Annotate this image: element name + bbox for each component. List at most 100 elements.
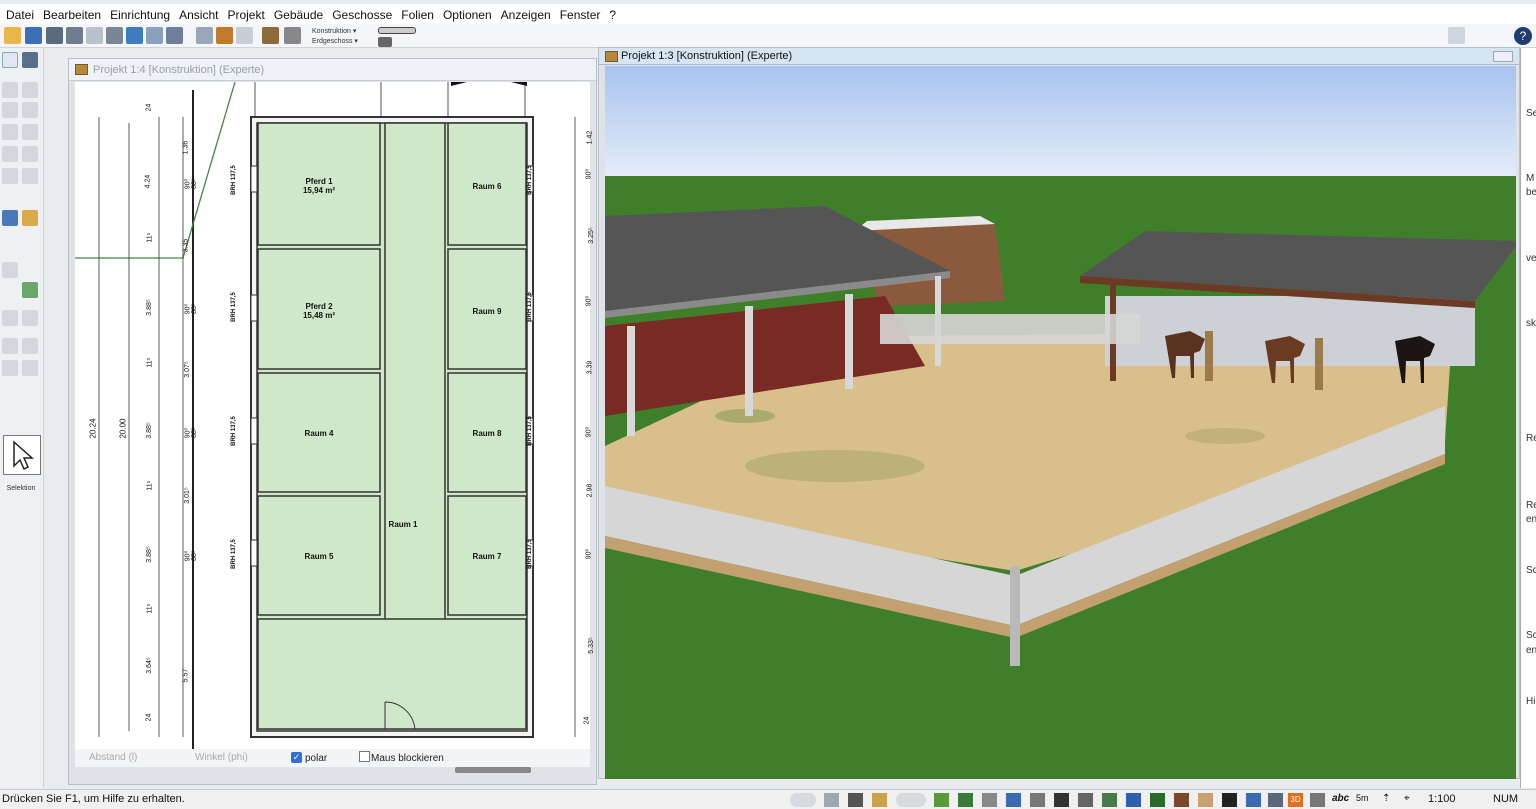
roof-view-icon[interactable]: [1174, 793, 1189, 807]
zoom-fit-icon[interactable]: [166, 27, 183, 44]
wall-tool-icon[interactable]: [2, 82, 18, 98]
furniture-tool-icon[interactable]: [2, 210, 18, 226]
help-icon[interactable]: ?: [1514, 27, 1532, 45]
pencil-icon[interactable]: [872, 793, 887, 807]
floor-plan-canvas[interactable]: Pferd 1 15,94 m² Pferd 2 15,48 m² Raum 4 R…: [75, 82, 595, 765]
tree-icon[interactable]: [1150, 793, 1165, 807]
stair-tool-icon[interactable]: [2, 146, 18, 162]
distance-input[interactable]: Abstand (l): [89, 752, 137, 763]
stairs-view-icon[interactable]: [1078, 793, 1093, 807]
plan-icon[interactable]: [236, 27, 253, 44]
slab-tool-icon[interactable]: [2, 124, 18, 140]
north-arrow-icon[interactable]: ⇡: [1382, 793, 1397, 807]
room-raum-1-south[interactable]: [257, 618, 527, 730]
menu-fenster[interactable]: Fenster: [558, 8, 608, 22]
plant-tool-icon[interactable]: [22, 282, 38, 298]
railing-tool-icon[interactable]: [22, 146, 38, 162]
menu-ansicht[interactable]: Ansicht: [177, 8, 225, 22]
view-3d-window[interactable]: Projekt 1:3 [Konstruktion] (Experte): [598, 47, 1520, 779]
grid-icon[interactable]: [848, 793, 863, 807]
pen-tool-icon[interactable]: [22, 338, 38, 354]
image-export-icon[interactable]: [126, 27, 143, 44]
angle-input[interactable]: Winkel (phi): [195, 752, 248, 763]
menu-einrichtung[interactable]: Einrichtung: [108, 8, 177, 22]
terrain-icon[interactable]: [934, 793, 949, 807]
floor-select[interactable]: Erdgeschoss ▾: [312, 37, 358, 46]
person-icon[interactable]: [1054, 793, 1069, 807]
floor-view-icon[interactable]: [378, 37, 392, 47]
render-viewport[interactable]: [605, 66, 1516, 779]
project-icon: [605, 51, 618, 62]
horizontal-scrollbar[interactable]: [455, 767, 531, 773]
menu-geschosse[interactable]: Geschosse: [330, 8, 399, 22]
view-3d-icon[interactable]: [196, 27, 213, 44]
texture-icon[interactable]: [958, 793, 973, 807]
dimension-view-icon[interactable]: [1310, 793, 1325, 807]
tools-icon[interactable]: [262, 27, 279, 44]
stable-post: [1315, 338, 1323, 390]
opening-tool-icon[interactable]: [2, 168, 18, 184]
mouse-lock-checkbox[interactable]: [359, 751, 370, 762]
pointer-tool-icon[interactable]: [2, 52, 18, 68]
aisle-outline: [384, 122, 446, 659]
terrain-tool-icon[interactable]: [2, 262, 18, 278]
menu-datei[interactable]: Datei: [4, 8, 41, 22]
scale-indicator[interactable]: 1:100: [1428, 793, 1456, 805]
hatch-tool-icon[interactable]: [22, 360, 38, 376]
menu-anzeigen[interactable]: Anzeigen: [499, 8, 558, 22]
selection-tool-button[interactable]: [3, 435, 41, 475]
layer-select[interactable]: Konstruktion ▾: [312, 27, 356, 36]
floor-slider[interactable]: [378, 27, 416, 34]
comment-icon[interactable]: [146, 27, 163, 44]
minimize-button[interactable]: [1493, 51, 1513, 62]
menu-help[interactable]: ?: [607, 8, 623, 22]
dim-chain2-label: 3.35: [182, 238, 190, 253]
open-folder-icon[interactable]: [4, 27, 21, 44]
layer-toggle-icon[interactable]: [896, 793, 926, 807]
hammer-icon[interactable]: [284, 27, 301, 44]
dimension-tool-icon[interactable]: [22, 310, 38, 326]
flag-icon[interactable]: [1222, 793, 1237, 807]
menu-bearbeiten[interactable]: Bearbeiten: [41, 8, 108, 22]
door-tool-icon[interactable]: [22, 210, 38, 226]
house-icon[interactable]: [216, 27, 233, 44]
catalog-icon[interactable]: [1448, 27, 1465, 44]
plant-view-icon[interactable]: [1102, 793, 1117, 807]
project-icon: [75, 64, 88, 75]
menu-gebaeude[interactable]: Gebäude: [272, 8, 330, 22]
redo-icon[interactable]: [66, 27, 83, 44]
menu-folien[interactable]: Folien: [399, 8, 441, 22]
cut-icon[interactable]: [86, 27, 103, 44]
text-tool-icon[interactable]: [2, 310, 18, 326]
room-label-pferd-1: Pferd 1 15,94 m²: [299, 177, 339, 195]
furniture-view-icon[interactable]: [1030, 793, 1045, 807]
menu-projekt[interactable]: Projekt: [225, 8, 271, 22]
line-tool-icon[interactable]: [2, 338, 18, 354]
dormer-tool-icon[interactable]: [22, 168, 38, 184]
hatch-icon[interactable]: [982, 793, 997, 807]
multi-select-icon[interactable]: [22, 52, 38, 68]
beam-tool-icon[interactable]: [22, 102, 38, 118]
print-icon[interactable]: [106, 27, 123, 44]
undo-icon[interactable]: [46, 27, 63, 44]
line-style-icon[interactable]: [824, 793, 839, 807]
chair-icon[interactable]: [1126, 793, 1141, 807]
wall-view-icon[interactable]: [1006, 793, 1021, 807]
plan-2d-window[interactable]: Projekt 1:4 [Konstruktion] (Experte) Pfe…: [68, 58, 597, 785]
menu-optionen[interactable]: Optionen: [441, 8, 499, 22]
wall2-tool-icon[interactable]: [22, 82, 38, 98]
telescope-icon[interactable]: ⌖: [1404, 793, 1419, 807]
roof-tool-icon[interactable]: [22, 124, 38, 140]
shoe-icon[interactable]: [1198, 793, 1213, 807]
column-tool-icon[interactable]: [2, 102, 18, 118]
3d-toggle-icon[interactable]: 3D: [1288, 793, 1303, 807]
shape-tool-icon[interactable]: [2, 360, 18, 376]
view-toggle-icon[interactable]: [790, 793, 816, 807]
measure-icon[interactable]: 5m: [1356, 793, 1376, 807]
camera-view-icon[interactable]: [1268, 793, 1283, 807]
text-view-icon[interactable]: abc: [1332, 793, 1352, 807]
right-catalog-panel: Se M be ve sk Re Re en Sc Sc en Hi: [1520, 48, 1536, 788]
save-icon[interactable]: [25, 27, 42, 44]
polar-checkbox[interactable]: ✓: [291, 752, 302, 763]
light-icon[interactable]: [1246, 793, 1261, 807]
